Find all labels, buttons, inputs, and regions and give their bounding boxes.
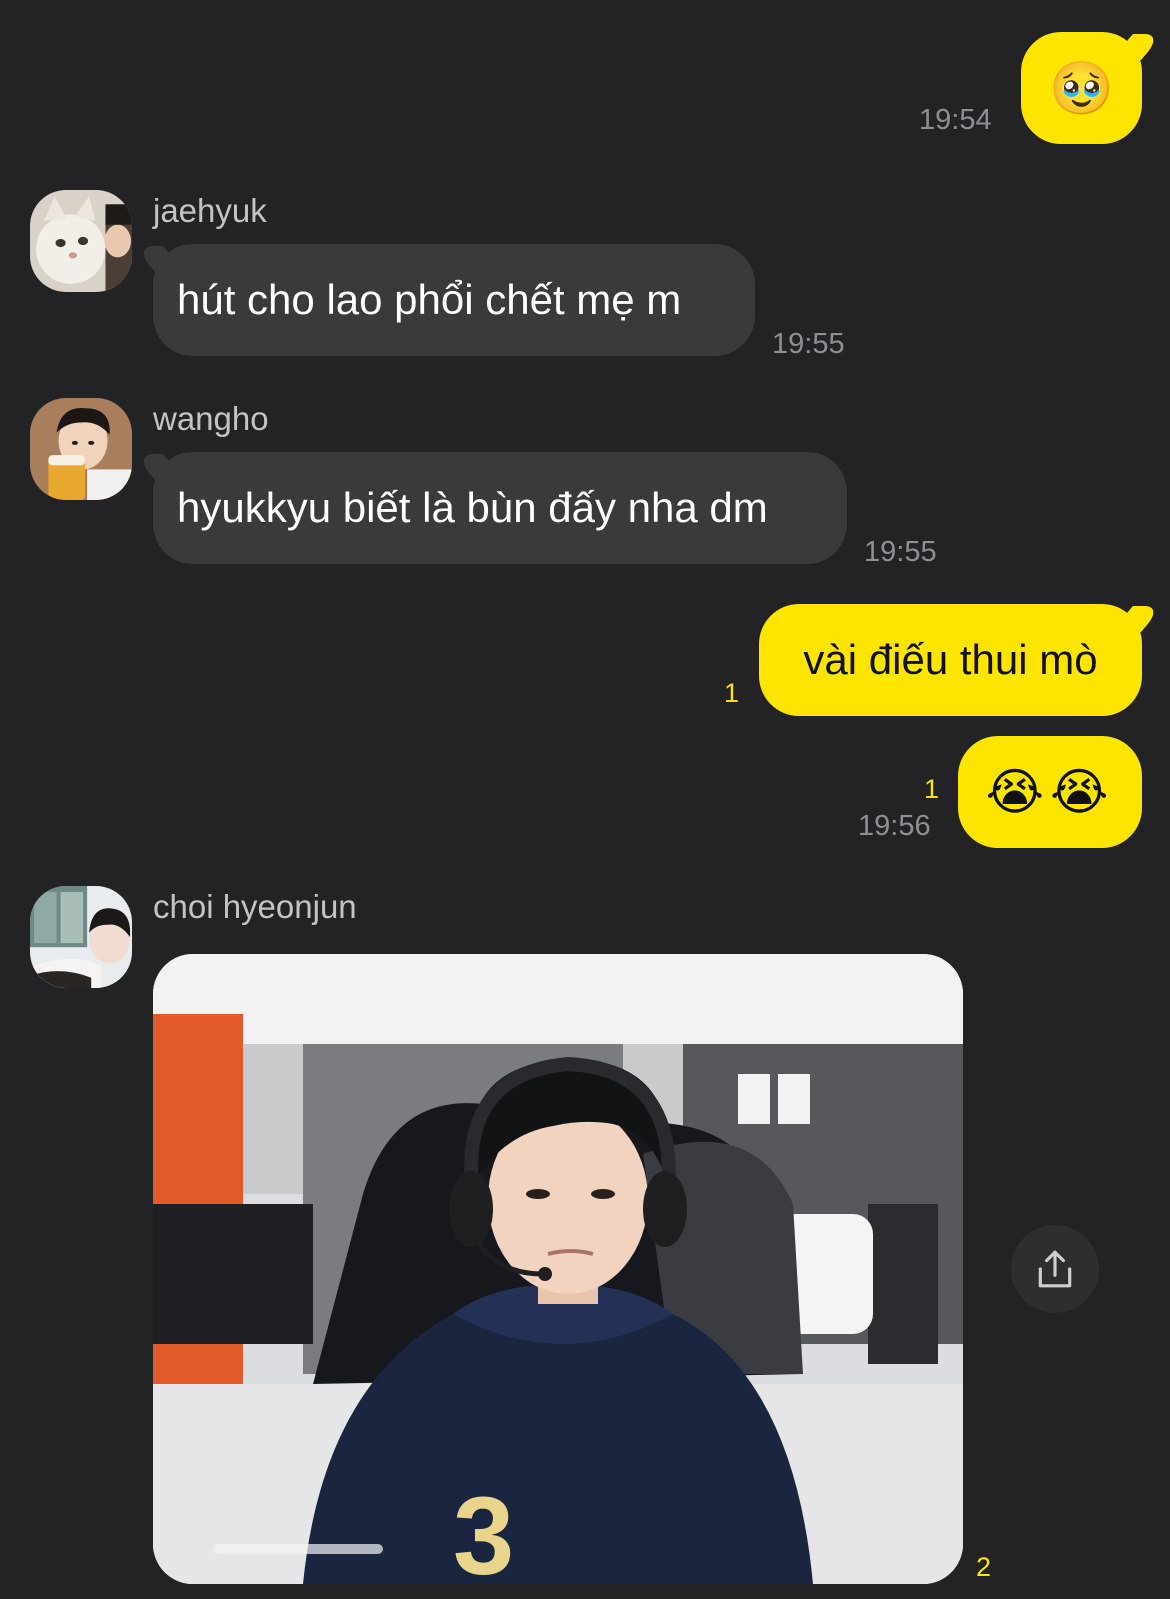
message-time: 19:55 [772,328,845,360]
sender-name: choi hyeonjun [153,888,357,925]
person-with-headset-photo[interactable]: 3 [153,954,963,1584]
cat-avatar[interactable] [30,190,132,292]
unread-count: 2 [976,1552,992,1582]
person-beer-avatar[interactable] [30,398,132,500]
svg-text:3: 3 [453,1475,514,1584]
share-button[interactable] [1011,1225,1099,1313]
share-icon [1038,1250,1072,1288]
outgoing-message-bubble[interactable]: vài điếu thui mò [759,604,1142,716]
message-text: vài điếu thui mò [803,636,1098,683]
message-text: hyukkyu biết là bùn đấy nha dm [177,484,768,531]
message-text: hút cho lao phổi chết mẹ m [177,276,682,323]
message-time: 19:54 [919,104,992,136]
crying-face-emoji: 😭😭 [985,764,1115,820]
unread-count: 1 [724,678,740,708]
message-time: 19:55 [864,536,937,568]
outgoing-message-bubble[interactable]: 🥹 [1021,32,1142,144]
outgoing-message-bubble[interactable]: 😭😭 [958,736,1142,848]
message-time: 19:56 [858,810,931,842]
sender-name: wangho [153,400,269,437]
incoming-message-bubble[interactable]: hút cho lao phổi chết mẹ m [153,244,755,356]
person-selfie-avatar[interactable] [30,886,132,988]
unread-count: 1 [924,774,940,804]
pleading-face-emoji: 🥹 [1049,59,1114,118]
incoming-message-bubble[interactable]: hyukkyu biết là bùn đấy nha dm [153,452,847,564]
sender-name: jaehyuk [153,192,267,229]
